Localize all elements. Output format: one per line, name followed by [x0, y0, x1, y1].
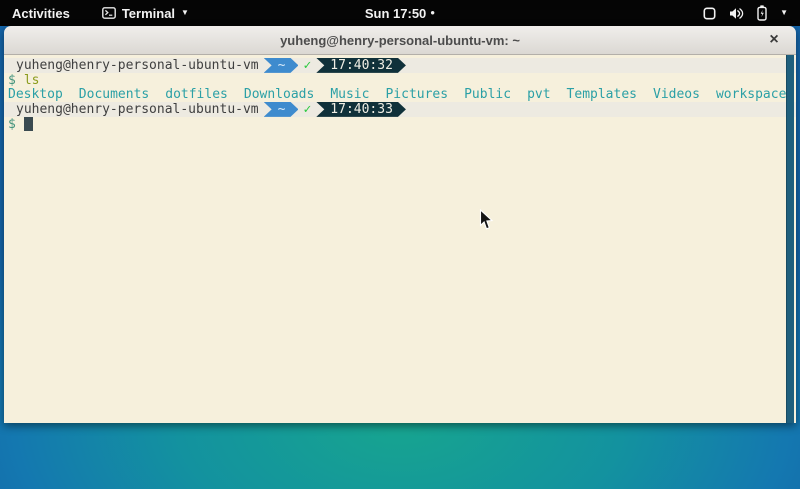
- chevron-down-icon: ▼: [780, 0, 788, 26]
- window-titlebar[interactable]: yuheng@henry-personal-ubuntu-vm: ~ ×: [4, 26, 796, 55]
- cwd-label: ~: [278, 58, 286, 73]
- system-status-menu[interactable]: ▼: [703, 0, 800, 26]
- app-menu-terminal[interactable]: Terminal ▼: [96, 0, 195, 26]
- ls-entry: Documents: [79, 87, 149, 102]
- ls-output-line: Desktop Documents dotfiles Downloads Mus…: [4, 87, 796, 102]
- window-title: yuheng@henry-personal-ubuntu-vm: ~: [280, 33, 520, 48]
- status-check-icon: ✓: [303, 102, 311, 117]
- clock-label: Sun 17:50: [365, 6, 426, 21]
- ls-entry: Videos: [653, 87, 700, 102]
- current-input-line: $: [4, 117, 796, 132]
- powerline-time-segment: 17:40:32: [316, 58, 406, 73]
- prompt-user-host: yuheng@henry-personal-ubuntu-vm: [16, 102, 259, 117]
- activities-button[interactable]: Activities: [0, 0, 82, 26]
- ls-entry: Desktop: [8, 87, 63, 102]
- activities-label: Activities: [12, 6, 70, 21]
- prompt-user-host: yuheng@henry-personal-ubuntu-vm: [16, 58, 259, 73]
- top-bar: Activities Terminal ▼ Sun 17:50 ● ▼: [0, 0, 800, 26]
- prompt-symbol: $: [8, 117, 16, 132]
- prompt-line-1: yuheng@henry-personal-ubuntu-vm ~ ✓ 17:4…: [4, 58, 796, 73]
- terminal-icon: [102, 7, 116, 19]
- ls-entry: Public: [464, 87, 511, 102]
- ls-entry: Downloads: [244, 87, 314, 102]
- prompt-line-2: yuheng@henry-personal-ubuntu-vm ~ ✓ 17:4…: [4, 102, 796, 117]
- time-label: 17:40:32: [330, 58, 393, 73]
- screen-icon: [703, 7, 716, 20]
- ls-entry: Music: [330, 87, 369, 102]
- command-text: ls: [24, 73, 40, 88]
- powerline-cwd-segment: ~: [264, 58, 299, 73]
- powerline-cwd-segment: ~: [264, 102, 299, 117]
- terminal-scrollbar[interactable]: [786, 55, 794, 423]
- app-menu-label: Terminal: [122, 6, 175, 21]
- ls-entry: workspace: [716, 87, 786, 102]
- close-icon[interactable]: ×: [763, 26, 785, 54]
- ls-entry: Templates: [567, 87, 637, 102]
- ls-entry: dotfiles: [165, 87, 228, 102]
- chevron-down-icon: ▼: [181, 0, 189, 26]
- prompt-symbol: $: [8, 73, 16, 88]
- powerline-time-segment: 17:40:33: [316, 102, 406, 117]
- terminal-screen[interactable]: yuheng@henry-personal-ubuntu-vm ~ ✓ 17:4…: [4, 55, 796, 423]
- time-label: 17:40:33: [330, 102, 393, 117]
- ls-entry: pvt: [527, 87, 550, 102]
- notification-dot-icon: ●: [430, 0, 435, 26]
- mouse-cursor-icon: [479, 209, 494, 236]
- command-line: $ ls: [4, 73, 796, 88]
- cwd-label: ~: [278, 102, 286, 117]
- volume-icon: [729, 7, 744, 20]
- terminal-cursor: [24, 117, 33, 131]
- ls-entry: Pictures: [385, 87, 448, 102]
- terminal-window: yuheng@henry-personal-ubuntu-vm: ~ × yuh…: [4, 26, 796, 423]
- clock-button[interactable]: Sun 17:50 ●: [365, 0, 435, 26]
- battery-charging-icon: [757, 5, 767, 21]
- status-check-icon: ✓: [303, 58, 311, 73]
